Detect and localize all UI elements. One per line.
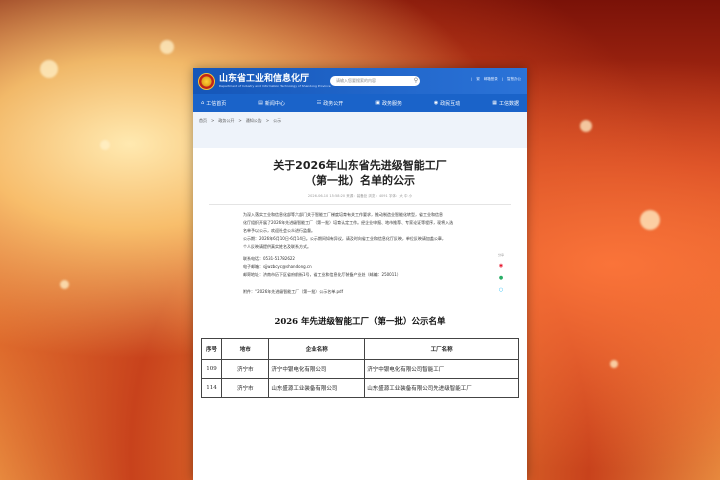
site-header: 山东省工业和信息化厅 Department of Industry and In… bbox=[193, 68, 527, 94]
column-header: 序号 bbox=[201, 338, 222, 360]
table-header-row: 序号 地市 企业名称 工厂名称 bbox=[201, 338, 519, 360]
cell-factory: 济宁中银电化有限公司智能工厂 bbox=[364, 359, 519, 379]
table-row: 114 济宁市 山东盛源工业装备有限公司 山东盛源工业装备有限公司先进级智能工厂 bbox=[201, 378, 519, 398]
search-icon[interactable]: ⚲ bbox=[412, 77, 420, 85]
site-subtitle: Department of Industry and Information T… bbox=[219, 84, 331, 88]
page-title-line: （第一批）名单的公示 bbox=[305, 174, 415, 187]
weibo-icon[interactable]: ◉ bbox=[499, 263, 503, 269]
nav-item-home[interactable]: ⌂ 工信首页 bbox=[201, 100, 226, 107]
service-icon: ▣ bbox=[375, 100, 380, 106]
column-header: 工厂名称 bbox=[364, 338, 519, 360]
article-meta: 2026-06-10 15:58:20 来源：装备处 浏览：4091 字体：大 … bbox=[307, 194, 413, 198]
nav-label: 新闻中心 bbox=[264, 100, 285, 107]
breadcrumb-gov-affairs[interactable]: 政务公开 bbox=[218, 118, 234, 124]
factory-list-table: 序号 地市 企业名称 工厂名称 109 济宁市 济宁中银电化有限公司 济宁中银电… bbox=[201, 338, 519, 398]
util-separator: | bbox=[501, 77, 503, 81]
bokeh-light bbox=[580, 120, 592, 132]
breadcrumb-home[interactable]: 首页 bbox=[199, 118, 207, 124]
nav-item-data[interactable]: ▦ 工信数据 bbox=[492, 100, 519, 107]
bokeh-light bbox=[40, 60, 58, 78]
mail-login-link[interactable]: 邮箱登录 bbox=[484, 77, 498, 82]
breadcrumb-separator: > bbox=[238, 118, 242, 123]
nav-label: 政务公开 bbox=[323, 100, 344, 107]
nav-item-gov-affairs[interactable]: ☷ 政务公开 bbox=[317, 100, 344, 107]
breadcrumb-publicity[interactable]: 公示 bbox=[273, 118, 281, 124]
national-emblem-icon bbox=[198, 72, 215, 90]
breadcrumb-area: 首页 > 政务公开 > 通知公告 > 公示 bbox=[193, 112, 527, 148]
cell-city: 济宁市 bbox=[220, 378, 270, 398]
contact-address: 邮寄地址：济南市历下区省府前街1号，省工业和信息化厅装备产业处（邮编：25001… bbox=[243, 272, 401, 277]
list-title: 2026 年先进级智能工厂（第一批）公示名单 bbox=[274, 317, 446, 327]
nav-item-news[interactable]: ▤ 新闻中心 bbox=[258, 100, 285, 107]
body-line: 个人反映请提供真实姓名及联系方式。 bbox=[243, 244, 311, 249]
traditional-chinese-link[interactable]: 繁 bbox=[476, 77, 480, 82]
body-line: 公示期：2026年6月10日-6月14日。公示期间如有异议，请及时向省工业和信息… bbox=[243, 236, 446, 241]
article-body: 为深入落实工业和信息化部等六部门关于智能工厂梯度培育有关工作要求，推动制造业智能… bbox=[243, 211, 491, 251]
share-label: 分享 bbox=[498, 253, 505, 257]
cell-company: 济宁中银电化有限公司 bbox=[268, 359, 366, 379]
chat-icon: ◉ bbox=[433, 100, 439, 106]
divider bbox=[209, 204, 511, 205]
nav-item-interaction[interactable]: ◉ 政民互动 bbox=[434, 100, 460, 107]
nav-item-services[interactable]: ▣ 政务服务 bbox=[375, 100, 402, 107]
bokeh-light bbox=[100, 140, 110, 150]
page-title-line: 关于2026年山东省先进级智能工厂 bbox=[273, 159, 447, 172]
bokeh-light bbox=[60, 280, 69, 289]
nav-label: 工信数据 bbox=[498, 100, 519, 107]
table-row: 109 济宁市 济宁中银电化有限公司 济宁中银电化有限公司智能工厂 bbox=[201, 359, 519, 379]
breadcrumb-separator: > bbox=[265, 118, 270, 123]
breadcrumb-notices[interactable]: 通知公告 bbox=[246, 118, 262, 124]
page-title: 关于2026年山东省先进级智能工厂 （第一批）名单的公示 bbox=[199, 158, 521, 188]
breadcrumb-separator: > bbox=[211, 118, 215, 123]
wechat-icon[interactable]: ● bbox=[499, 275, 503, 281]
news-icon: ▤ bbox=[258, 100, 263, 106]
main-nav: ⌂ 工信首页 ▤ 新闻中心 ☷ 政务公开 ▣ 政务服务 ◉ 政民互动 ▦ 工信数据 bbox=[193, 94, 527, 112]
contact-phone: 联系电话：0531-51782622 bbox=[243, 256, 295, 261]
webpage-screenshot: 山东省工业和信息化厅 Department of Industry and In… bbox=[193, 68, 527, 480]
attachment-link[interactable]: 附件：“2026年先进级智能工厂（第一批）公示名单.pdf bbox=[243, 289, 491, 295]
contact-email: 电子邮箱：sjjwzbcyc@shandong.cn bbox=[243, 264, 312, 269]
breadcrumb: 首页 > 政务公开 > 通知公告 > 公示 bbox=[199, 118, 281, 124]
util-links: | 繁 邮箱登录 | 智慧办公 bbox=[471, 77, 521, 82]
bokeh-light bbox=[640, 210, 660, 230]
body-line: 化厅组织开展了2026年先进级智能工厂（第一批）培育认定工作。经企业申报、地市推… bbox=[243, 220, 454, 225]
cell-index: 114 bbox=[201, 378, 222, 398]
cell-index: 109 bbox=[201, 359, 222, 379]
contact-info: 联系电话：0531-51782622 电子邮箱：sjjwzbcyc@shando… bbox=[243, 255, 491, 279]
cell-city: 济宁市 bbox=[220, 359, 270, 379]
bokeh-light bbox=[610, 360, 618, 368]
data-icon: ▦ bbox=[492, 100, 497, 106]
body-line: 为深入落实工业和信息化部等六部门关于智能工厂梯度培育有关工作要求，推动制造业智能… bbox=[243, 212, 443, 217]
search-input[interactable]: 请输入您要搜索的内容 bbox=[330, 76, 420, 86]
bokeh-light bbox=[160, 40, 174, 54]
column-header: 地市 bbox=[220, 338, 270, 360]
home-icon: ⌂ bbox=[201, 100, 205, 106]
smart-office-link[interactable]: 智慧办公 bbox=[507, 77, 521, 82]
nav-label: 工信首页 bbox=[206, 100, 227, 107]
share-bar: 分享 ◉ ● ○ bbox=[498, 253, 504, 293]
nav-label: 政务服务 bbox=[381, 100, 402, 107]
column-header: 企业名称 bbox=[268, 338, 366, 360]
body-line: 名单予以公示，欢迎社会公众进行监督。 bbox=[243, 228, 315, 233]
site-title: 山东省工业和信息化厅 bbox=[219, 74, 310, 84]
cell-company: 山东盛源工业装备有限公司 bbox=[268, 378, 366, 398]
document-icon: ☷ bbox=[316, 100, 322, 106]
qq-icon[interactable]: ○ bbox=[499, 287, 503, 293]
util-separator: | bbox=[471, 77, 473, 81]
cell-factory: 山东盛源工业装备有限公司先进级智能工厂 bbox=[364, 378, 519, 398]
nav-label: 政民互动 bbox=[440, 100, 461, 107]
